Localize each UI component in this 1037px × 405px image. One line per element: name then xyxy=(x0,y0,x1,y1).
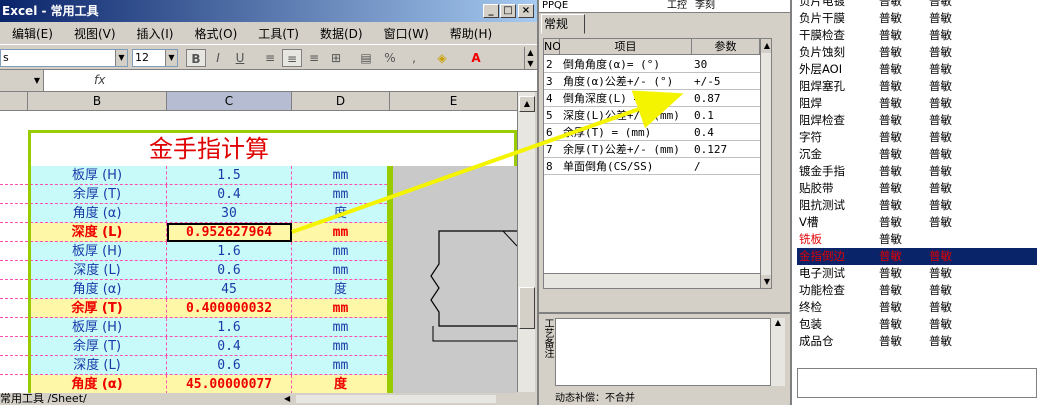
arrow-line xyxy=(291,90,684,234)
annotation-arrow xyxy=(291,90,684,234)
